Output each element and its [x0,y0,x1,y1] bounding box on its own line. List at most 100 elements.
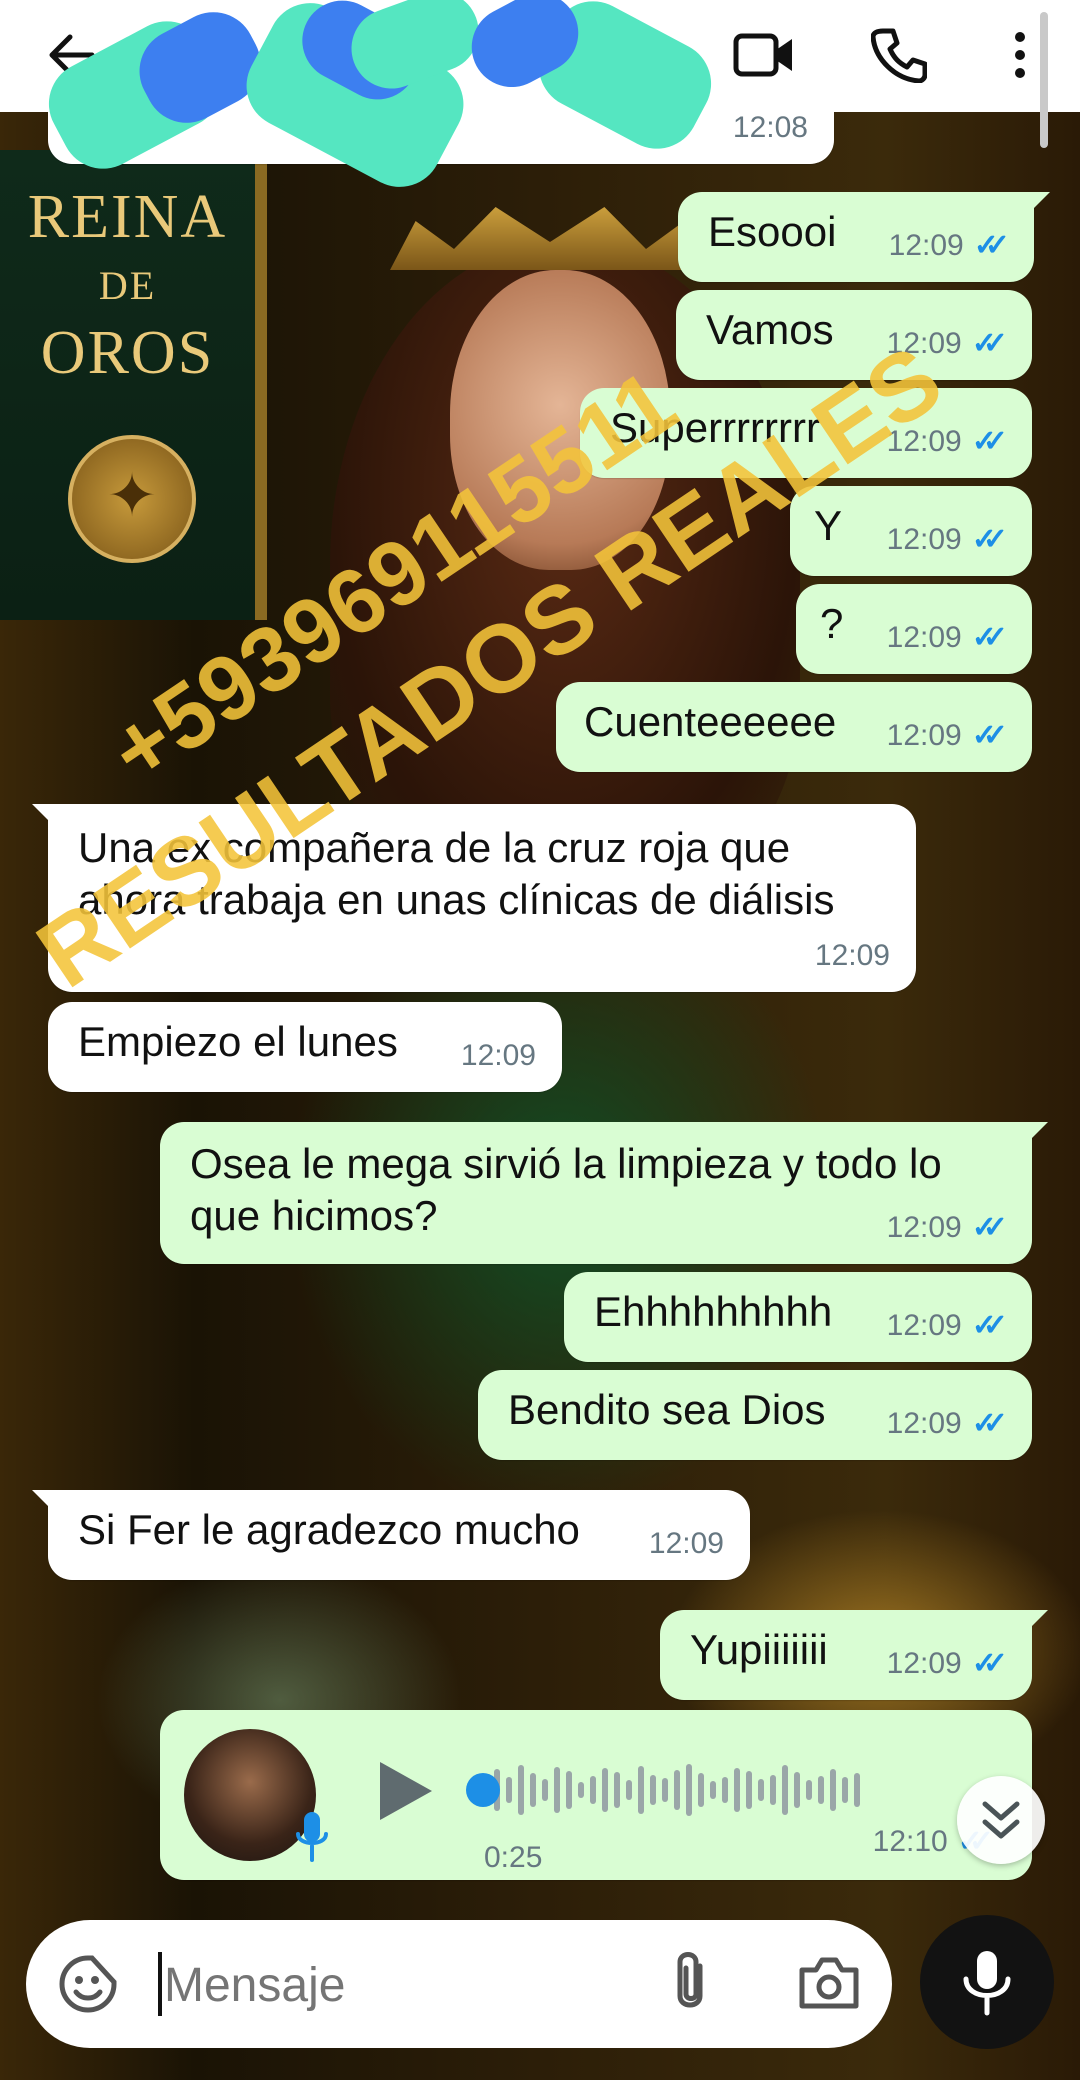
read-ticks-icon: ✓✓ [971,1647,1008,1680]
voice-time: 12:10 [872,1825,948,1858]
message-time: 12:09 [886,621,962,654]
message-meta: 12:09 ✓✓ [887,1300,1008,1352]
read-ticks-icon: ✓✓ [971,327,1008,360]
double-chevron-down-icon [982,1801,1020,1839]
camera-button[interactable] [798,1956,860,2015]
attach-button[interactable] [666,1950,714,2021]
wallpaper-text-line3: OROS [40,319,215,387]
read-ticks-icon: ✓✓ [971,1309,1008,1342]
waveform-bar [854,1773,860,1807]
voice-duration: 0:25 [484,1841,543,1874]
waveform-bar [626,1780,632,1800]
message-time: 12:09 [648,1527,724,1560]
waveform-bar [590,1776,596,1804]
waveform-bar [566,1771,572,1809]
waveform-bar [506,1777,512,1803]
message-outgoing[interactable]: Yupiiiiiii 12:09 ✓✓ [660,1610,1048,1700]
message-text: Vamos [706,306,834,353]
message-time: 12:09 [886,719,962,752]
message-meta: 12:09 [815,930,890,982]
bubble-tail [1028,192,1050,214]
message-outgoing[interactable]: Esoooi 12:09 ✓✓ [678,192,1050,282]
message-outgoing[interactable]: Osea le mega sirvió la limpieza y todo l… [160,1122,1048,1264]
waveform-bar [686,1764,692,1816]
video-call-icon [733,33,792,77]
more-options-button[interactable] [1000,22,1040,88]
waveform-bar [674,1770,680,1810]
message-outgoing[interactable]: ? 12:09 ✓✓ [796,584,1032,674]
message-meta: 12:09 ✓✓ [886,710,1008,762]
waveform-bar [770,1775,776,1805]
message-text: Ehhhhhhhhh [594,1288,833,1335]
read-ticks-icon: ✓✓ [971,621,1008,654]
message-text: Bendito sea Dios [508,1386,826,1433]
bubble-tail [1026,1122,1048,1144]
waveform-bar [650,1775,656,1805]
message-outgoing[interactable]: Bendito sea Dios 12:09 ✓✓ [478,1370,1032,1460]
read-ticks-icon: ✓✓ [973,229,1010,262]
read-ticks-icon: ✓✓ [971,523,1008,556]
scrollbar[interactable] [1040,12,1048,148]
voice-record-button[interactable] [920,1915,1054,2049]
wallpaper-text-line1: REINA [27,183,228,251]
wallpaper-pentacle-icon: ✦ [68,435,196,563]
scroll-to-bottom-button[interactable] [957,1776,1045,1864]
message-input[interactable] [162,1944,666,2026]
message-incoming[interactable]: Si Fer le agradezco mucho 12:09 [32,1490,750,1580]
waveform-bar [602,1768,608,1812]
message-meta: 12:09 [461,1030,536,1082]
bubble-tail [1026,1610,1048,1632]
waveform-bar [662,1778,668,1802]
video-call-button[interactable] [728,22,800,88]
waveform-bar [530,1773,536,1807]
paperclip-icon [677,1952,703,2008]
waveform-bar [614,1772,620,1808]
bubble-tail [32,804,54,826]
message-meta: 12:09 ✓✓ [886,1398,1008,1450]
message-time: 12:09 [886,523,962,556]
message-text: Esoooi [708,208,837,255]
waveform-bar [818,1776,824,1804]
sticker-icon [59,1955,117,2013]
phone-icon [871,28,927,83]
read-ticks-icon: ✓✓ [971,719,1008,752]
message-meta: 12:09 ✓✓ [886,1638,1008,1690]
message-meta: 12:09 ✓✓ [886,612,1008,664]
voice-call-button[interactable] [866,22,932,88]
message-text: ? [820,600,844,647]
microphone-badge-icon [292,1810,332,1871]
message-time: 12:09 [886,1407,962,1440]
message-text-line2: que hicimos? [190,1192,438,1239]
waveform-bar [638,1766,644,1814]
message-composer [26,1920,892,2048]
waveform-bar [830,1769,836,1811]
play-button[interactable] [376,1760,436,1827]
message-incoming[interactable]: Empiezo el lunes 12:09 [48,1002,562,1092]
read-ticks-icon: ✓✓ [971,425,1008,458]
message-meta: 12:09 ✓✓ [886,1202,1008,1254]
waveform-bar [746,1771,752,1809]
waveform-bar [806,1780,812,1800]
message-text: Osea le mega sirvió la limpieza y todo l… [190,1140,942,1187]
message-text: Si Fer le agradezco mucho [78,1506,580,1553]
waveform-bar [578,1782,584,1798]
more-vertical-icon [1015,32,1025,78]
message-time: 12:09 [814,939,890,972]
emoji-button[interactable] [58,1954,118,2019]
waveform-bar [734,1768,740,1812]
waveform-bar [554,1767,560,1813]
message-time: 12:09 [886,1211,962,1244]
waveform-bar [518,1765,524,1815]
message-text: Cuenteeeeee [584,698,837,745]
read-ticks-icon: ✓✓ [971,1211,1008,1244]
message-outgoing[interactable]: Ehhhhhhhhh 12:09 ✓✓ [564,1272,1032,1362]
message-time: 12:09 [460,1039,536,1072]
read-ticks-icon: ✓✓ [971,1407,1008,1440]
voice-progress-handle[interactable] [466,1773,500,1807]
waveform-bar [542,1779,548,1801]
message-outgoing[interactable]: Cuenteeeeee 12:09 ✓✓ [556,682,1032,772]
message-time: 12:09 [886,1647,962,1680]
bubble-tail [32,1490,54,1512]
voice-waveform[interactable] [470,1762,860,1818]
message-meta: 12:09 [649,1518,724,1570]
